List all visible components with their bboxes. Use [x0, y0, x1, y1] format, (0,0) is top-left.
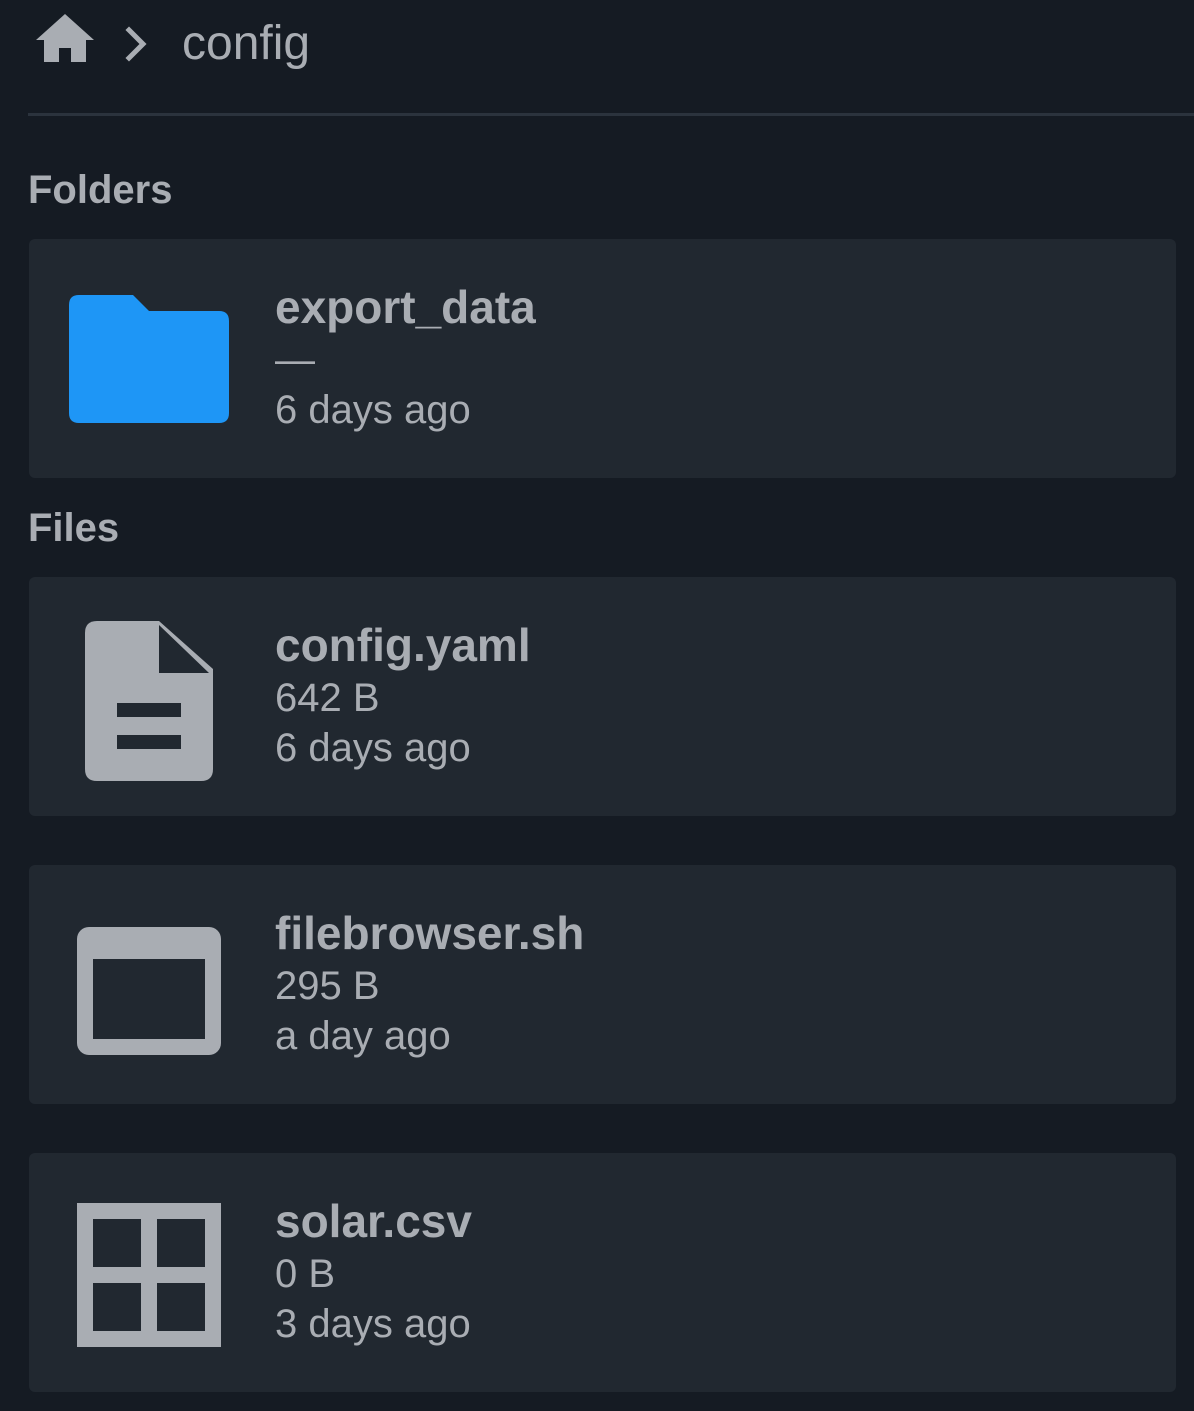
item-name: filebrowser.sh — [275, 907, 585, 959]
item-modified: a day ago — [275, 1014, 451, 1058]
file-browser-page: config Folders export_data — 6 days ago … — [0, 0, 1194, 1411]
file-details: filebrowser.sh 295 B a day ago — [275, 905, 584, 1061]
file-card-config-yaml[interactable]: config.yaml 642 B 6 days ago — [29, 577, 1176, 816]
breadcrumb: config — [28, 0, 1194, 116]
home-icon[interactable] — [34, 12, 96, 64]
folders-heading: Folders — [28, 168, 173, 212]
breadcrumb-current[interactable]: config — [182, 14, 310, 74]
item-name: config.yaml — [275, 619, 531, 671]
item-size: 295 B — [275, 964, 380, 1008]
item-modified: 3 days ago — [275, 1302, 471, 1346]
file-details: config.yaml 642 B 6 days ago — [275, 617, 531, 773]
folder-icon — [67, 283, 231, 447]
item-size: 0 B — [275, 1252, 336, 1296]
file-card-solar-csv[interactable]: solar.csv 0 B 3 days ago — [29, 1153, 1176, 1392]
chevron-right-icon — [124, 26, 150, 62]
file-details: solar.csv 0 B 3 days ago — [275, 1193, 472, 1349]
item-size: 642 B — [275, 676, 380, 720]
item-name: export_data — [275, 281, 536, 333]
item-size: — — [275, 338, 315, 382]
document-icon — [67, 621, 231, 785]
table-grid-icon — [67, 1197, 231, 1361]
item-modified: 6 days ago — [275, 726, 471, 770]
item-name: solar.csv — [275, 1195, 472, 1247]
item-modified: 6 days ago — [275, 388, 471, 432]
files-heading: Files — [28, 506, 120, 550]
file-card-filebrowser-sh[interactable]: filebrowser.sh 295 B a day ago — [29, 865, 1176, 1104]
folder-card-export-data[interactable]: export_data — 6 days ago — [29, 239, 1176, 478]
terminal-window-icon — [67, 909, 231, 1073]
folder-details: export_data — 6 days ago — [275, 279, 536, 435]
